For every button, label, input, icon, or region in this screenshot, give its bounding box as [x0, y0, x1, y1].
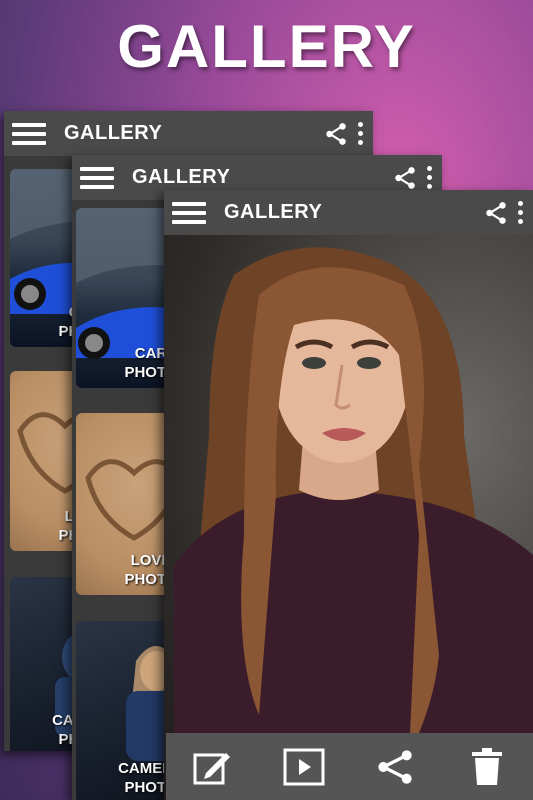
- share-icon[interactable]: [391, 164, 419, 192]
- app-bar: GALLERY: [164, 190, 533, 235]
- hamburger-icon[interactable]: [80, 166, 114, 189]
- headline-title: GALLERY: [117, 13, 416, 80]
- play-icon[interactable]: [281, 744, 327, 790]
- app-bar: GALLERY: [4, 111, 373, 156]
- more-vert-icon[interactable]: [518, 201, 523, 224]
- share-icon[interactable]: [372, 744, 418, 790]
- hamburger-icon[interactable]: [172, 201, 206, 224]
- app-title: GALLERY: [224, 201, 323, 223]
- share-icon[interactable]: [482, 199, 510, 227]
- edit-icon[interactable]: [189, 744, 235, 790]
- bottom-toolbar: [166, 733, 533, 800]
- more-vert-icon[interactable]: [427, 166, 432, 189]
- app-title: GALLERY: [132, 166, 231, 188]
- share-icon[interactable]: [322, 120, 350, 148]
- hamburger-icon[interactable]: [12, 122, 46, 145]
- portrait-photo: [164, 235, 533, 800]
- trash-icon[interactable]: [464, 744, 510, 790]
- gallery-window-front: GALLERY: [164, 190, 533, 800]
- more-vert-icon[interactable]: [358, 122, 363, 145]
- app-title: GALLERY: [64, 122, 163, 144]
